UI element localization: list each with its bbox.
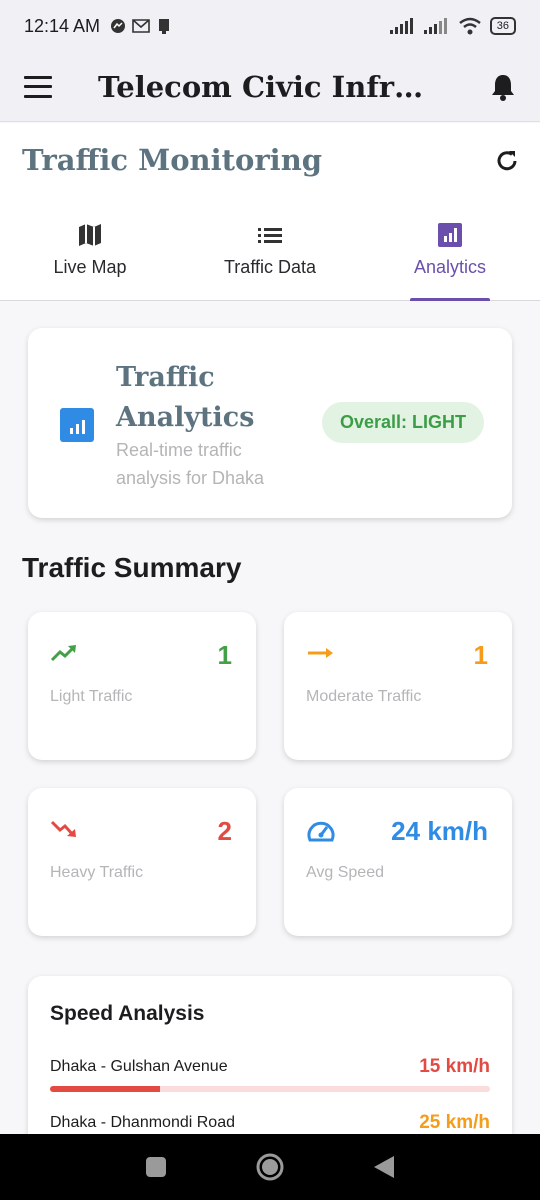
menu-icon[interactable] (24, 75, 52, 98)
app-bar: Telecom Civic Infrastr... (0, 52, 540, 122)
list-icon (258, 228, 282, 243)
analytics-chart-icon (60, 408, 94, 442)
speed-bar-fill (50, 1086, 160, 1092)
back-button-icon[interactable] (372, 1154, 396, 1180)
tab-label: Analytics (413, 257, 487, 277)
device-icon (159, 19, 170, 34)
stat-value: 2 (217, 816, 232, 846)
signal-2-icon (423, 18, 447, 34)
page-header: Traffic Monitoring Live Map Traffic Data (0, 123, 540, 301)
system-nav-bar (0, 1134, 540, 1200)
analytics-card-title: Traffic Analytics (116, 362, 255, 433)
road-speed: 25 km/h (419, 1112, 490, 1133)
analytics-card-subtitle: Real-time traffic analysis for Dhaka (116, 440, 265, 488)
stat-card-light: 1 Light Traffic (28, 612, 256, 760)
stat-card-heavy: 2 Heavy Traffic (28, 788, 256, 936)
app-title: Telecom Civic Infrastr... (98, 69, 438, 104)
notification-bell-icon[interactable] (490, 73, 516, 101)
signal-icon (389, 18, 413, 34)
road-speed: 15 km/h (419, 1056, 490, 1077)
speed-analysis-card: Speed Analysis Dhaka - Gulshan Avenue 15… (28, 976, 512, 1134)
speed-analysis-title: Speed Analysis (50, 1002, 205, 1025)
refresh-icon[interactable] (494, 148, 520, 174)
messenger-icon (111, 19, 126, 33)
trending-down-icon (50, 820, 76, 837)
map-icon (79, 224, 101, 246)
tab-live-map[interactable]: Live Map (0, 213, 180, 300)
gmail-icon (132, 19, 150, 33)
traffic-summary-title: Traffic Summary (22, 552, 242, 583)
status-time: 12:14 AM (24, 15, 101, 36)
stat-card-avg-speed: 24 km/h Avg Speed (284, 788, 512, 936)
stat-card-moderate: 1 Moderate Traffic (284, 612, 512, 760)
stat-value: 1 (217, 640, 232, 670)
stat-label: Light Traffic (50, 688, 133, 705)
active-tab-indicator (410, 298, 490, 301)
analytics-content: Traffic Analytics Real-time traffic anal… (0, 302, 540, 1134)
home-button-icon[interactable] (255, 1152, 285, 1182)
wifi-icon (458, 17, 481, 35)
speed-bar (50, 1086, 490, 1092)
battery-indicator: 36 (489, 17, 516, 35)
trending-up-icon (50, 645, 76, 662)
overall-status-badge: Overall: LIGHT (321, 402, 484, 443)
recents-button-icon[interactable] (144, 1155, 168, 1179)
arrow-right-icon (308, 648, 333, 658)
stat-value: 1 (473, 640, 488, 670)
stat-label: Heavy Traffic (50, 864, 144, 881)
tab-bar: Live Map Traffic Data Analytics (0, 213, 540, 301)
tab-label: Traffic Data (223, 257, 317, 277)
status-bar: 12:14 AM 36 (0, 0, 540, 52)
stat-label: Avg Speed (306, 864, 384, 881)
tab-analytics[interactable]: Analytics (360, 213, 540, 301)
analytics-icon (438, 223, 462, 247)
tab-label: Live Map (53, 257, 127, 277)
speed-row: Dhaka - Gulshan Avenue 15 km/h (50, 1056, 490, 1092)
stat-label: Moderate Traffic (306, 688, 422, 705)
stat-value: 24 km/h (391, 816, 488, 846)
speed-row: Dhaka - Dhanmondi Road 25 km/h (50, 1112, 490, 1133)
traffic-analytics-card: Traffic Analytics Real-time traffic anal… (28, 328, 512, 518)
page-title: Traffic Monitoring (22, 143, 323, 177)
tab-traffic-data[interactable]: Traffic Data (180, 213, 360, 300)
speedometer-icon (307, 821, 335, 842)
